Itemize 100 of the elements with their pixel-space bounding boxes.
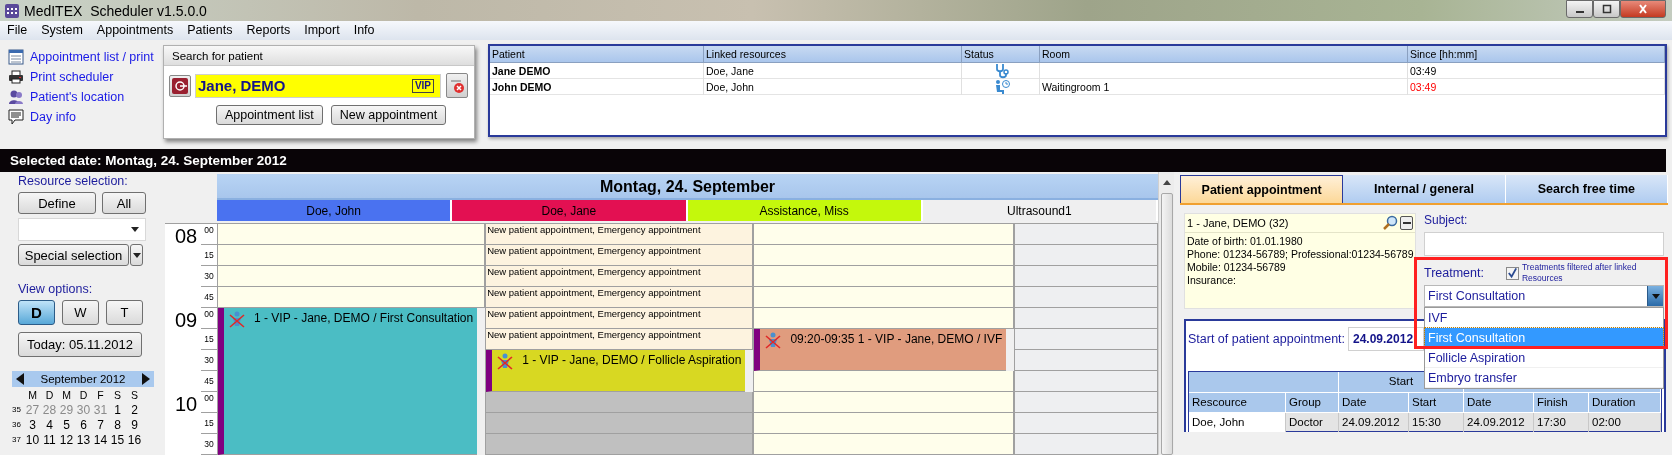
table-cell: Doe, Jane bbox=[704, 63, 962, 79]
scrollbar-thumb[interactable] bbox=[1160, 193, 1173, 455]
time-slot[interactable] bbox=[754, 224, 1015, 245]
menu-item[interactable]: File bbox=[0, 21, 35, 40]
all-button[interactable]: All bbox=[102, 192, 146, 214]
tab[interactable]: Internal / general bbox=[1343, 175, 1506, 203]
calendar-day[interactable]: 9 bbox=[126, 417, 143, 432]
patient-select-button[interactable] bbox=[169, 74, 191, 97]
link[interactable]: Print scheduler bbox=[30, 70, 114, 84]
calendar-day[interactable]: 13 bbox=[75, 432, 92, 447]
dropdown-option[interactable]: Follicle Aspiration bbox=[1425, 348, 1663, 368]
calendar-day[interactable]: 5 bbox=[58, 417, 75, 432]
time-slot[interactable] bbox=[218, 266, 486, 287]
time-slot[interactable] bbox=[218, 245, 486, 266]
next-month-icon[interactable] bbox=[142, 373, 150, 385]
link[interactable]: Day info bbox=[30, 110, 76, 124]
time-slot[interactable] bbox=[754, 392, 1015, 413]
patient-field[interactable]: Jane, DEMO VIP bbox=[195, 73, 441, 98]
dropdown-button[interactable] bbox=[130, 244, 143, 266]
column-header[interactable]: Room bbox=[1040, 46, 1408, 62]
table-cell: 03:49 bbox=[1408, 79, 1665, 95]
maximize-button[interactable] bbox=[1593, 0, 1620, 18]
menu-item[interactable]: Appointments bbox=[89, 21, 181, 40]
subject-field[interactable] bbox=[1424, 232, 1664, 256]
date-field[interactable]: 24.09.2012 bbox=[1348, 327, 1424, 351]
collapse-button[interactable] bbox=[1400, 216, 1413, 230]
search-icon[interactable] bbox=[1382, 215, 1398, 231]
menu-item[interactable]: Info bbox=[346, 21, 382, 40]
dropdown-option[interactable]: Embryo transfer bbox=[1425, 368, 1663, 388]
previous-month-icon[interactable] bbox=[16, 373, 24, 385]
calendar-day[interactable]: 2 bbox=[126, 402, 143, 417]
minute-label: 30 bbox=[201, 350, 217, 371]
time-slot[interactable] bbox=[218, 287, 486, 308]
tab[interactable]: Patient appointment bbox=[1180, 175, 1344, 203]
calendar-day[interactable]: 7 bbox=[92, 417, 109, 432]
view-tab[interactable]: T bbox=[106, 300, 143, 325]
scroll-up-icon[interactable] bbox=[1162, 180, 1171, 185]
button[interactable]: Appointment list bbox=[215, 105, 323, 125]
time-slot[interactable]: New patient appointment, Emergency appointment bbox=[486, 266, 754, 287]
menu-item[interactable]: Patients bbox=[180, 21, 240, 40]
menu-item[interactable]: System bbox=[34, 21, 90, 40]
maximize-icon bbox=[1601, 4, 1612, 14]
time-slot[interactable] bbox=[754, 371, 1015, 392]
calendar-day[interactable]: 11 bbox=[41, 432, 58, 447]
resource-header[interactable]: Doe, Jane bbox=[452, 200, 688, 221]
column-header[interactable]: Linked resources bbox=[704, 46, 962, 62]
define-button[interactable]: Define bbox=[18, 192, 96, 214]
appointment-block[interactable]: 1 - VIP - Jane, DEMO / First Consultation bbox=[218, 308, 478, 455]
minute-label: 45 bbox=[201, 287, 217, 308]
time-slot[interactable] bbox=[754, 245, 1015, 266]
appointment-block[interactable]: 09:20-09:35 1 - VIP - Jane, DEMO / IVF bbox=[754, 329, 1007, 371]
checkbox[interactable] bbox=[1506, 266, 1519, 280]
week-number: 37 bbox=[12, 435, 22, 444]
month-label: September 2012 bbox=[40, 373, 126, 385]
resource-header[interactable]: Assistance, Miss bbox=[687, 200, 923, 221]
time-slot[interactable] bbox=[754, 266, 1015, 287]
menu-item[interactable]: Reports bbox=[239, 21, 298, 40]
calendar-day[interactable]: 4 bbox=[41, 417, 58, 432]
column-header[interactable]: Status bbox=[962, 46, 1040, 62]
calendar-day[interactable]: 12 bbox=[58, 432, 75, 447]
time-slot[interactable]: New patient appointment, Emergency appointment bbox=[486, 287, 754, 308]
calendar-day[interactable]: 14 bbox=[92, 432, 109, 447]
view-tab[interactable]: W bbox=[62, 300, 99, 325]
column-header[interactable]: Patient bbox=[490, 46, 704, 62]
time-slot[interactable]: New patient appointment, Emergency appointment bbox=[486, 224, 754, 245]
minute-label: 15 bbox=[201, 245, 217, 266]
detail-text: Phone: 01234-56789; Professional:01234-56789 bbox=[1187, 248, 1413, 261]
link[interactable]: Appointment list / print bbox=[30, 50, 154, 64]
clear-button[interactable] bbox=[446, 73, 468, 98]
view-tab[interactable]: D bbox=[18, 300, 55, 325]
calendar-day[interactable]: 10 bbox=[24, 432, 41, 447]
minute-label: 00 bbox=[201, 392, 217, 413]
calendar-day[interactable]: 3 bbox=[24, 417, 41, 432]
time-slot[interactable]: New patient appointment, Emergency appointment bbox=[486, 329, 754, 350]
special-selection-button[interactable]: Special selection bbox=[18, 244, 129, 266]
menu-item[interactable]: Import bbox=[297, 21, 347, 40]
calendar-day[interactable]: 16 bbox=[126, 432, 143, 447]
close-button[interactable] bbox=[1620, 0, 1666, 18]
calendar-day[interactable]: 1 bbox=[109, 402, 126, 417]
time-slot[interactable] bbox=[754, 434, 1015, 455]
today-button[interactable]: Today: 05.11.2012 bbox=[18, 332, 142, 357]
resource-header[interactable]: Doe, John bbox=[217, 200, 453, 221]
link[interactable]: Patient's location bbox=[30, 90, 125, 104]
scrollbar[interactable] bbox=[1158, 172, 1174, 455]
time-slot[interactable] bbox=[754, 308, 1015, 329]
column-header[interactable]: Since [hh:mm] bbox=[1408, 46, 1665, 62]
time-slot[interactable] bbox=[754, 287, 1015, 308]
time-slot[interactable] bbox=[754, 413, 1015, 434]
button[interactable]: New appointment bbox=[330, 105, 447, 125]
minimize-button[interactable] bbox=[1566, 0, 1593, 18]
time-slot[interactable]: New patient appointment, Emergency appointment bbox=[486, 245, 754, 266]
patient-name: 1 - Jane, DEMO (32) bbox=[1187, 217, 1289, 229]
appointment-block[interactable]: 1 - VIP - Jane, DEMO / Follicle Aspiration bbox=[486, 350, 746, 392]
tab[interactable]: Search free time bbox=[1505, 175, 1668, 203]
calendar-day[interactable]: 15 bbox=[109, 432, 126, 447]
calendar-day[interactable]: 6 bbox=[75, 417, 92, 432]
treatment-dropdown[interactable]: First Consultation bbox=[1424, 285, 1664, 307]
calendar-day[interactable]: 8 bbox=[109, 417, 126, 432]
time-slot[interactable] bbox=[218, 224, 486, 245]
time-slot[interactable]: New patient appointment, Emergency appointment bbox=[486, 308, 754, 329]
